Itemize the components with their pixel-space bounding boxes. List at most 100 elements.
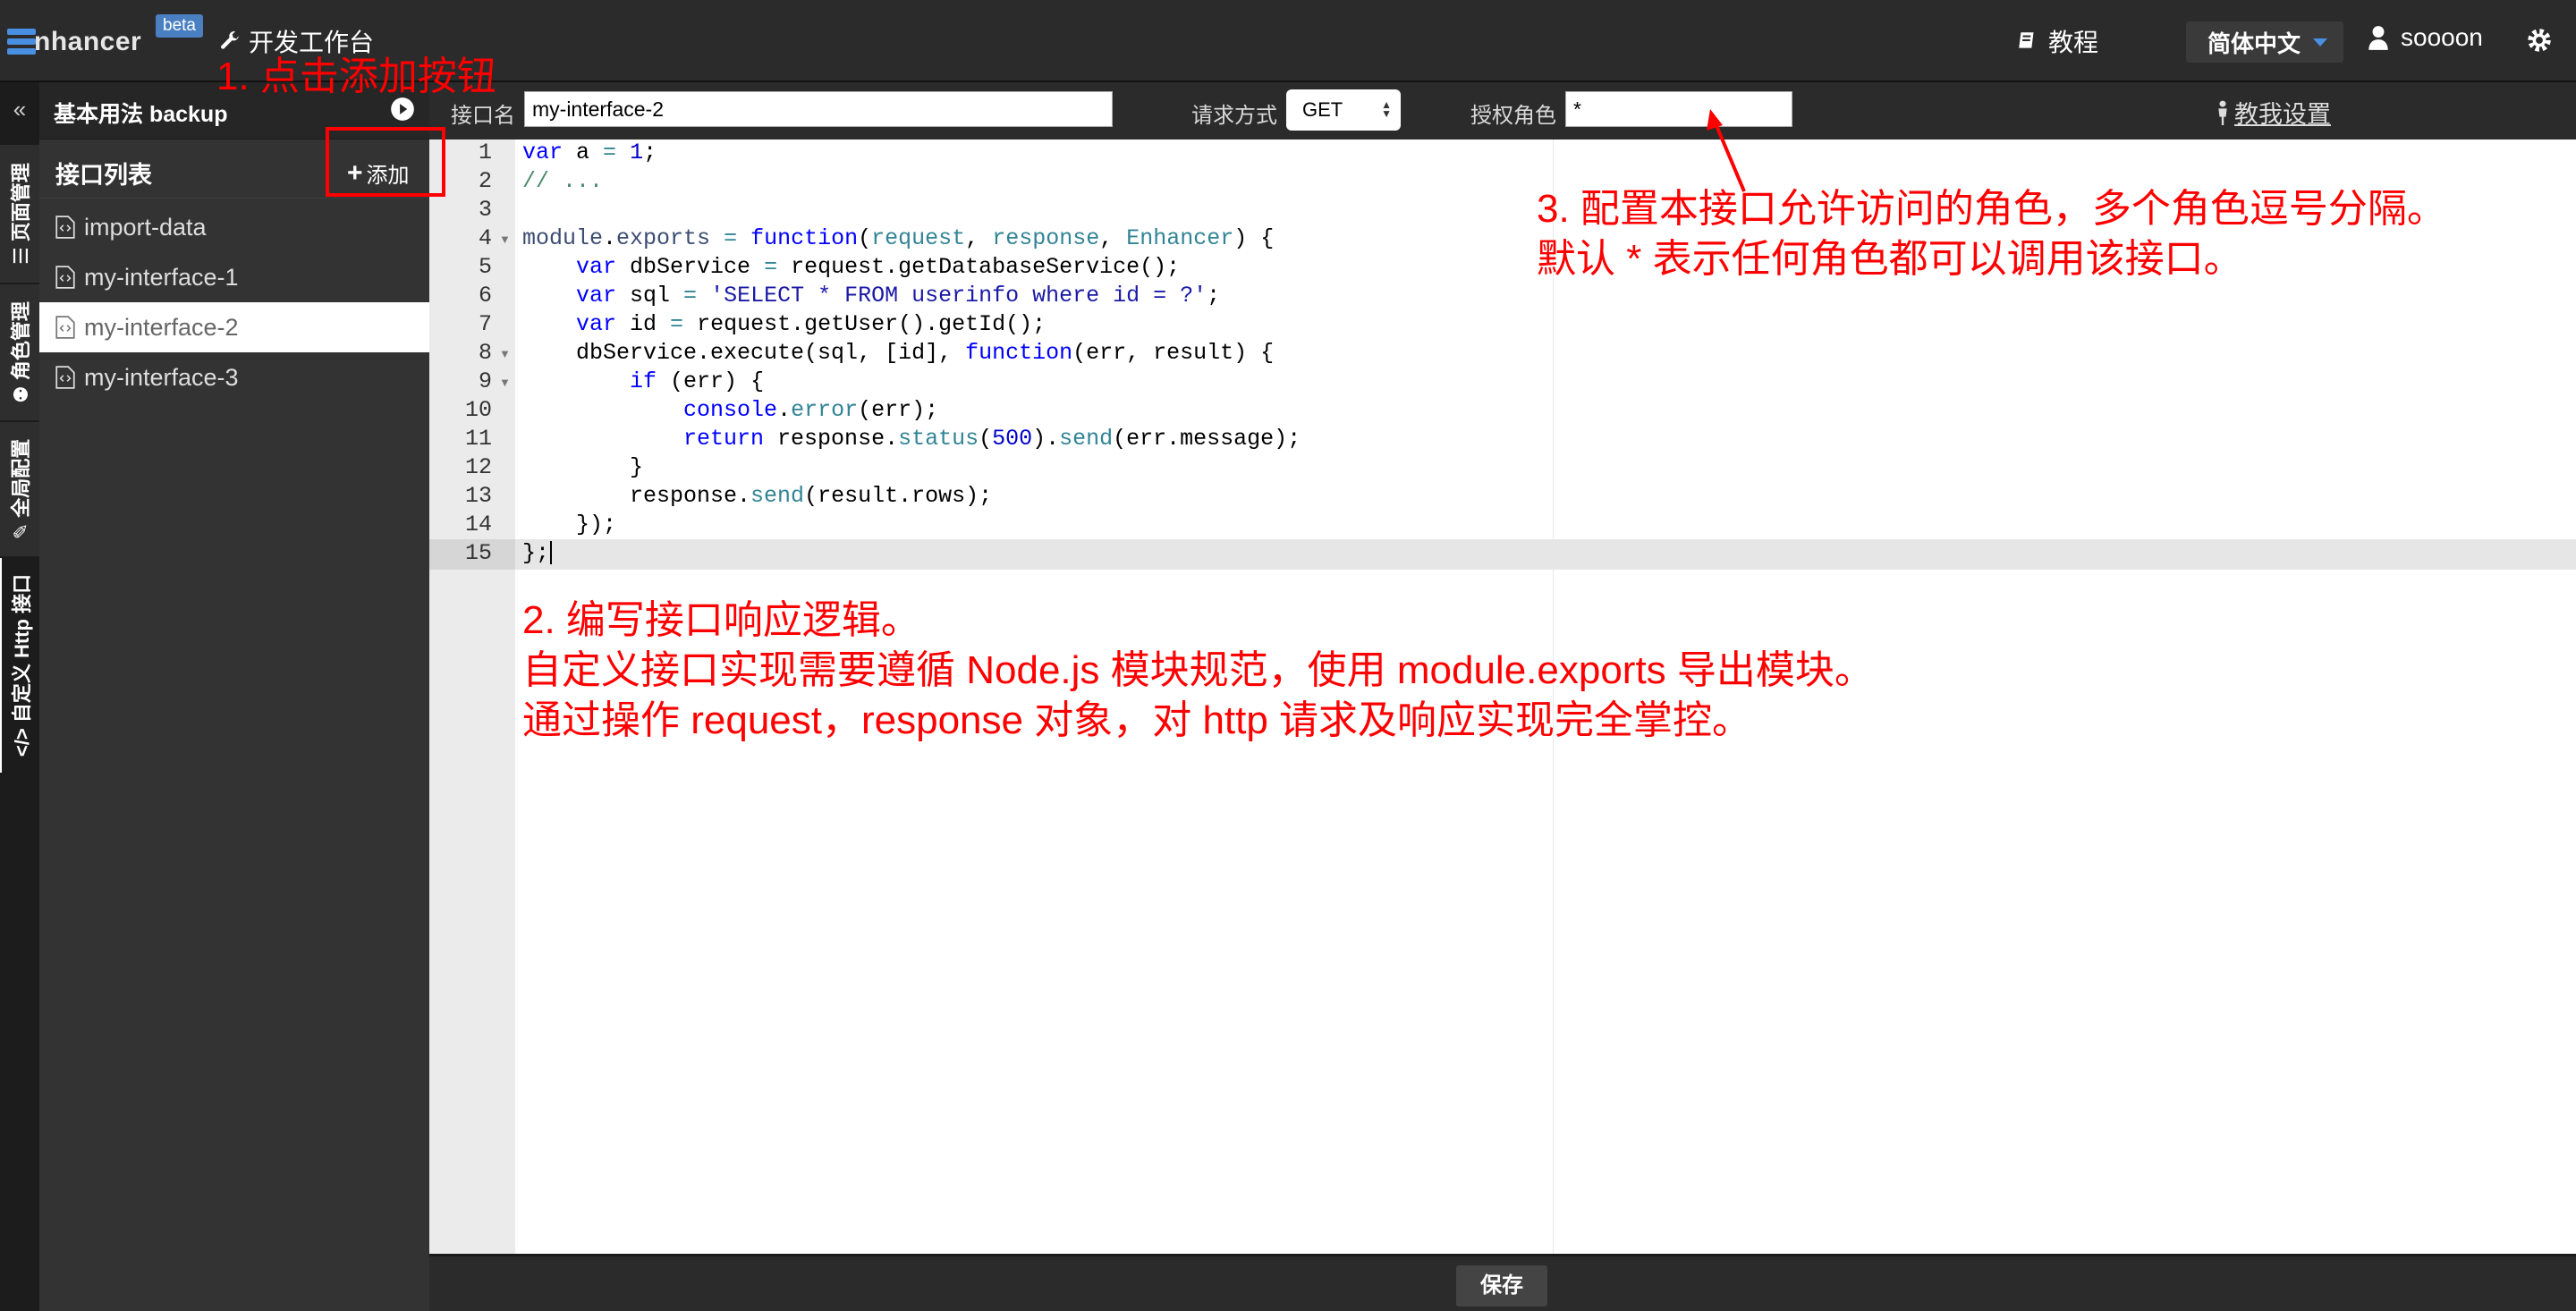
line-number: 11	[464, 426, 492, 452]
line-number: 5	[478, 254, 492, 280]
code-line: var dbService = request.getDatabaseServi…	[576, 254, 1181, 280]
interface-item-label: my-interface-2	[84, 313, 239, 341]
text-cursor	[550, 541, 553, 565]
fold-arrow-icon[interactable]: ▼	[499, 233, 511, 246]
line-number: 8	[478, 340, 492, 366]
code-file-icon	[55, 316, 75, 339]
line-number: 3	[478, 197, 492, 223]
interface-item-label: my-interface-3	[84, 363, 239, 391]
help-settings-link[interactable]: 教我设置	[2215, 95, 2331, 130]
active-line-highlight	[429, 539, 2576, 570]
collapse-icon[interactable]: «	[0, 91, 39, 127]
tab-role-management[interactable]: ⚉ 角色管理	[0, 284, 39, 420]
chevron-down-icon	[2313, 38, 2328, 47]
tab-label: 全局配置	[10, 438, 32, 518]
annotation-line: 通过操作 request，response 对象，对 http 请求及响应实现完…	[522, 698, 1752, 742]
interface-item-my-interface-1[interactable]: my-interface-1	[39, 252, 429, 302]
interface-item-my-interface-2[interactable]: my-interface-2	[39, 302, 429, 352]
code-icon: </>	[11, 728, 33, 757]
annotation-line: 自定义接口实现需要遵循 Node.js 模块规范，使用 module.expor…	[522, 648, 1874, 692]
project-name: 基本用法 backup	[54, 102, 228, 127]
tab-custom-http-interface[interactable]: </> 自定义 Http 接口	[0, 558, 39, 773]
authorized-role-label: 授权角色	[1470, 104, 1556, 128]
gear-icon[interactable]	[2524, 25, 2555, 55]
language-select[interactable]: 简体中文	[2186, 21, 2343, 63]
wrench-icon: ✎	[10, 522, 32, 540]
logo-icon	[7, 29, 36, 55]
language-label: 简体中文	[2207, 30, 2301, 57]
tutorial-label: 教程	[2048, 29, 2099, 56]
interface-name-label: 接口名	[451, 104, 515, 128]
interface-sidebar: 基本用法 backup 接口列表 + 添加 import-data my-int…	[39, 82, 429, 1311]
interface-list-title: 接口列表	[55, 162, 152, 189]
line-number: 7	[478, 311, 492, 337]
users-icon: ⚉	[10, 385, 32, 403]
tab-label: 页面管理	[10, 163, 32, 242]
request-method-label: 请求方式	[1191, 104, 1277, 128]
interface-form-bar: 接口名 请求方式 GET ▲▼ 授权角色 教我设置	[429, 82, 2576, 140]
line-number: 12	[464, 454, 492, 480]
person-icon	[2218, 100, 2227, 125]
annotation-highlight-box	[326, 127, 445, 197]
annotation-step-2: 2. 编写接口响应逻辑。 自定义接口实现需要遵循 Node.js 模块规范，使用…	[522, 596, 1874, 746]
select-arrows-icon: ▲ ▼	[1381, 98, 1392, 120]
request-method-value: GET	[1302, 98, 1343, 121]
code-line: if (err) {	[630, 368, 765, 394]
interface-item-label: my-interface-1	[84, 263, 239, 291]
interface-item-import-data[interactable]: import-data	[39, 202, 429, 252]
tutorial-link[interactable]: 教程	[2016, 23, 2098, 59]
save-bar: 保存	[429, 1254, 2576, 1311]
code-line: dbService.execute(sql, [id], function(er…	[522, 340, 1275, 366]
line-number: 14	[464, 512, 492, 537]
interface-name-input[interactable]	[524, 91, 1113, 127]
user-menu[interactable]: soooon	[2367, 23, 2483, 52]
code-file-icon	[55, 366, 75, 389]
code-line: var id = request.getUser().getId();	[576, 311, 1046, 337]
authorized-role-input[interactable]	[1565, 91, 1792, 127]
annotation-arrow-icon	[1707, 109, 1746, 192]
fold-arrow-icon[interactable]: ▼	[499, 376, 511, 389]
brand-name: nhancer	[34, 27, 142, 56]
annotation-line: 2. 编写接口响应逻辑。	[522, 598, 920, 642]
brand-logo[interactable]: nhancer beta	[7, 13, 222, 70]
interface-item-my-interface-3[interactable]: my-interface-3	[39, 352, 429, 402]
beta-badge: beta	[156, 14, 203, 38]
wrench-icon	[221, 31, 239, 49]
annotation-step-3: 3. 配置本接口允许访问的角色，多个角色逗号分隔。 默认 * 表示任何角色都可以…	[1537, 184, 2446, 284]
code-file-icon	[55, 266, 75, 289]
interface-item-label: import-data	[84, 213, 207, 241]
annotation-line: 3. 配置本接口允许访问的角色，多个角色逗号分隔。	[1537, 187, 2446, 231]
line-number: 4	[478, 225, 492, 251]
user-icon	[2368, 26, 2388, 50]
line-number: 10	[464, 397, 492, 423]
code-line: var sql = 'SELECT * FROM userinfo where …	[576, 283, 1221, 309]
request-method-select[interactable]: GET ▲ ▼	[1286, 89, 1401, 131]
save-button[interactable]: 保存	[1456, 1265, 1547, 1307]
code-line: var a = 1;	[522, 140, 657, 165]
annotation-step-1: 1. 点击添加按钮	[216, 55, 496, 98]
interface-list: import-data my-interface-1 my-interface-…	[39, 202, 429, 402]
code-line: console.error(err);	[683, 397, 939, 423]
code-line: };	[522, 540, 553, 566]
code-line: response.send(result.rows);	[522, 483, 993, 509]
list-icon: ☰	[10, 247, 32, 265]
tab-page-management[interactable]: ☰ 页面管理	[0, 145, 39, 283]
line-number: 9	[478, 368, 492, 394]
help-link-label: 教我设置	[2234, 101, 2331, 128]
code-line: });	[522, 512, 617, 537]
line-number: 13	[464, 483, 492, 509]
fold-arrow-icon[interactable]: ▼	[499, 347, 511, 360]
annotation-line: 默认 * 表示任何角色都可以调用该接口。	[1537, 237, 2243, 281]
code-line: module.exports = function(request, respo…	[522, 225, 1275, 251]
code-line: return response.status(500).send(err.mes…	[683, 426, 1301, 452]
code-line: // ...	[522, 168, 604, 194]
username: soooon	[2401, 23, 2483, 51]
line-number: 15	[464, 540, 492, 566]
tab-label: 自定义 Http 接口	[11, 573, 33, 723]
line-number: 6	[478, 283, 492, 309]
tab-global-config[interactable]: ✎ 全局配置	[0, 422, 39, 556]
book-icon	[2019, 32, 2034, 48]
tab-label: 角色管理	[10, 301, 32, 381]
vertical-tab-strip: « ☰ 页面管理 ⚉ 角色管理 ✎ 全局配置 </> 自定义 Http 接口	[0, 82, 39, 1311]
